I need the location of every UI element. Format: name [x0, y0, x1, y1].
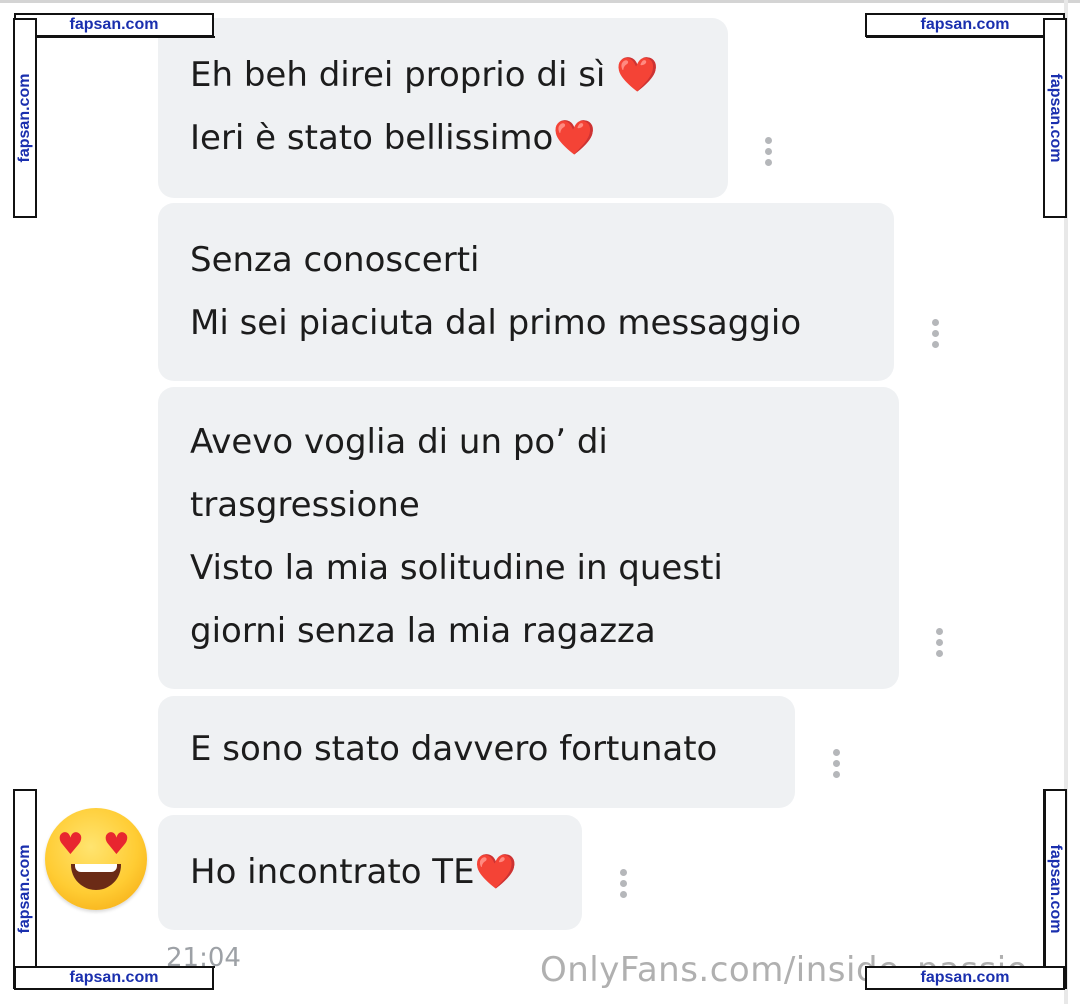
message-options-icon[interactable] [932, 319, 940, 352]
watermark-label: fapsan.com [1043, 789, 1067, 989]
message-bubble[interactable]: Ho incontrato TE❤️ [158, 815, 582, 930]
watermark-label: fapsan.com [865, 13, 1065, 37]
emoji-mouth [71, 864, 121, 890]
message-text: E sono stato davvero fortunato [190, 729, 718, 769]
heart-icon: ♥ [57, 827, 84, 862]
message-bubble[interactable]: Eh beh direi proprio di sì ❤️ Ieri è sta… [158, 18, 728, 198]
message-text: Visto la mia solitudine in questi [190, 548, 723, 588]
watermark-label: fapsan.com [13, 789, 37, 989]
top-border [0, 0, 1080, 3]
watermark-label: fapsan.com [865, 966, 1065, 990]
message-text: trasgressione [190, 485, 420, 525]
message-text: Senza conoscerti [190, 240, 480, 280]
heart-icon: ❤️ [553, 118, 596, 158]
message-text: Eh beh direi proprio di sì [190, 55, 606, 95]
message-options-icon[interactable] [833, 749, 841, 782]
message-options-icon[interactable] [620, 869, 628, 902]
message-bubble[interactable]: E sono stato davvero fortunato [158, 696, 795, 808]
heart-eyes-emoji-avatar: ♥ ♥ [45, 808, 147, 910]
heart-icon: ❤️ [474, 852, 517, 892]
message-text: Ho incontrato TE [190, 852, 475, 892]
message-text: Ieri è stato bellissimo [190, 118, 554, 158]
message-text: giorni senza la mia ragazza [190, 611, 656, 651]
message-text: Avevo voglia di un po’ di [190, 422, 608, 462]
message-options-icon[interactable] [765, 137, 773, 170]
heart-icon: ❤️ [616, 55, 659, 95]
message-text: Mi sei piaciuta dal primo messaggio [190, 303, 802, 343]
watermark-label: fapsan.com [14, 966, 214, 990]
watermark-label: fapsan.com [13, 18, 37, 218]
watermark-label: fapsan.com [14, 13, 214, 37]
watermark-label: fapsan.com [1043, 18, 1067, 218]
heart-icon: ♥ [103, 827, 130, 862]
message-bubble[interactable]: Avevo voglia di un po’ di trasgressione … [158, 387, 899, 689]
message-options-icon[interactable] [936, 628, 944, 661]
message-bubble[interactable]: Senza conoscerti Mi sei piaciuta dal pri… [158, 203, 894, 381]
